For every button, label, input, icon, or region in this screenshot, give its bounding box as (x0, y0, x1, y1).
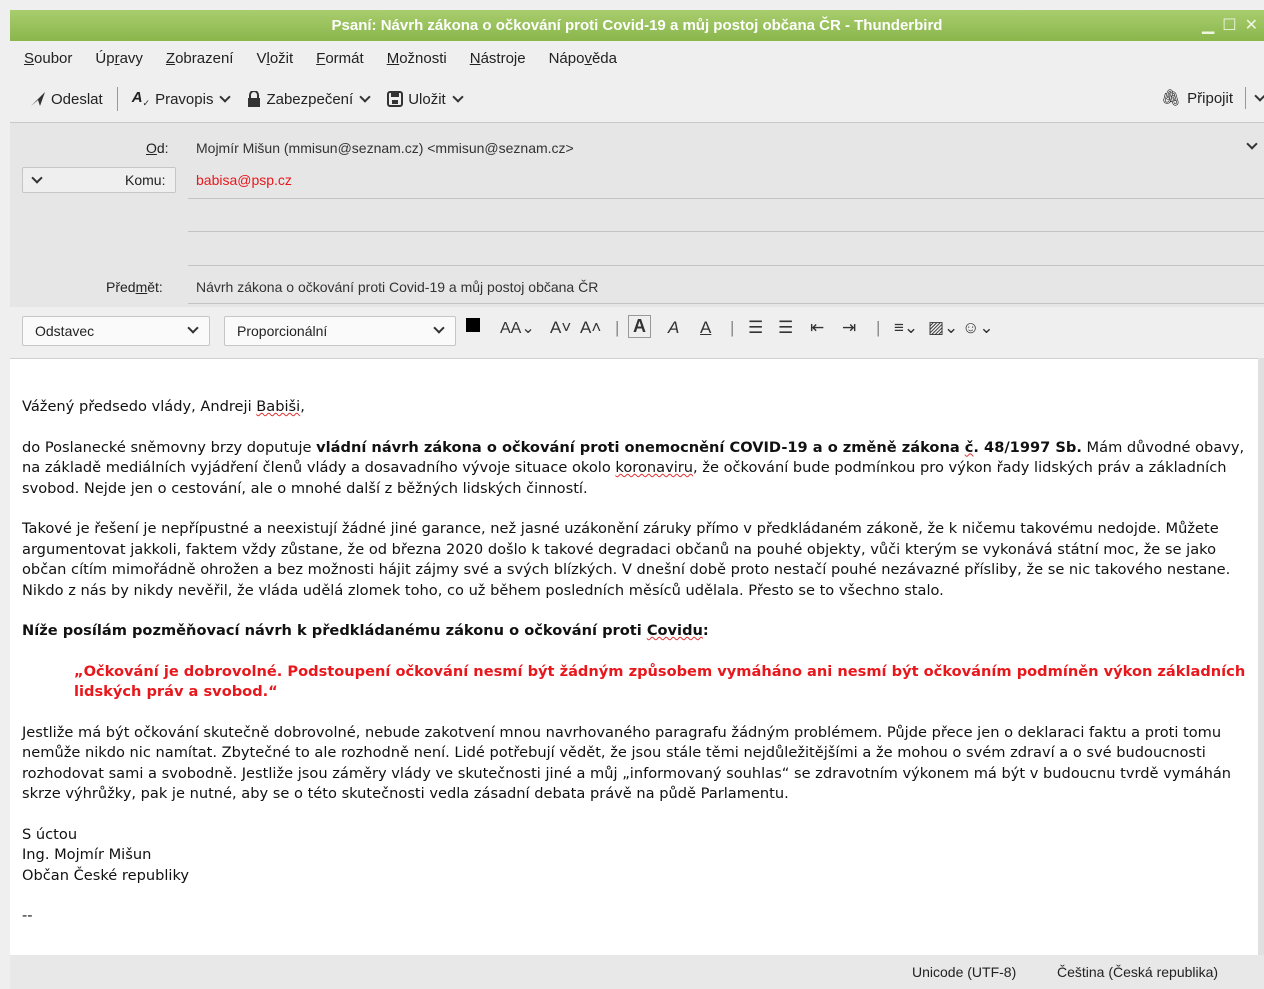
window-titlebar: Psaní: Návrh zákona o očkování proti Cov… (10, 10, 1264, 41)
message-body[interactable]: Vážený předsedo vlády, Andreji Babiši, d… (10, 358, 1258, 955)
font-size-icon[interactable]: AA⌄ (500, 318, 535, 338)
menu-zobrazeni[interactable]: Zobrazení (166, 50, 234, 67)
toolbar-separator: | (876, 318, 881, 337)
subject-field[interactable]: Návrh zákona o očkování proti Covid-19 a… (196, 279, 598, 295)
compose-header: Od: Mojmír Mišun (mmisun@seznam.cz) <mmi… (10, 122, 1264, 307)
spellcheck-dropdown[interactable] (219, 91, 232, 103)
chevron-down-icon (31, 172, 43, 184)
menu-nastroje[interactable]: Nástroje (470, 50, 526, 67)
from-label: Od: (146, 140, 169, 156)
maximize-icon[interactable]: ☐ (1222, 15, 1236, 35)
underline-icon[interactable]: A (700, 318, 711, 338)
greeting: Vážený předsedo vlády, Andreji Babiši, (22, 398, 305, 415)
encoding-status[interactable]: Unicode (UTF-8) (912, 964, 1016, 980)
chevron-down-icon (219, 91, 232, 103)
subject-label: Předmět: (106, 279, 163, 295)
paragraph-2: Takové je řešení je nepřípustné a neexis… (22, 520, 1231, 599)
chevron-down-icon (187, 322, 199, 334)
numbered-list-icon[interactable]: ☰ (778, 318, 793, 338)
menu-vlozit[interactable]: Vložit (256, 50, 293, 67)
menu-upravy[interactable]: Úpravy (95, 50, 143, 67)
attach-button[interactable]: 🖇 Připojit (1161, 87, 1264, 109)
security-dropdown[interactable] (359, 91, 371, 103)
compose-toolbar: Odeslat A✓ Pravopis Zabezpečení Uložit 🖇… (10, 79, 1264, 119)
window-title: Psaní: Návrh zákona o očkování proti Cov… (331, 17, 943, 34)
toolbar-separator: | (615, 318, 620, 337)
format-toolbar: Odstavec Proporcionální AA⌄ A˅ A˄ | A A … (10, 312, 1264, 350)
recipient-divider (188, 265, 1264, 266)
body-scrollbar[interactable] (1258, 358, 1264, 955)
statusbar: Unicode (UTF-8) Čeština (Česká republika… (10, 955, 1264, 989)
spellcheck-icon: A✓ (131, 89, 151, 108)
from-field[interactable]: Mojmír Mišun (mmisun@seznam.cz) <mmisun@… (196, 140, 574, 156)
chevron-down-icon[interactable] (1254, 90, 1264, 102)
spellcheck-button[interactable]: A✓ Pravopis (128, 85, 218, 113)
menu-moznosti[interactable]: Možnosti (387, 50, 447, 67)
menu-format[interactable]: Formát (316, 50, 364, 67)
italic-icon[interactable]: A (668, 318, 679, 338)
bullet-list-icon[interactable]: ☰ (748, 318, 763, 338)
toolbar-separator: | (730, 318, 735, 337)
paragraph-3: Jestliže má být očkování skutečně dobrov… (22, 723, 1232, 803)
insert-image-icon[interactable]: ▨⌄ (928, 318, 958, 338)
font-family-select[interactable]: Proporcionální (224, 316, 456, 346)
proposal-heading: Níže posílám pozměňovací návrh k předklá… (22, 622, 709, 639)
security-button[interactable]: Zabezpečení (243, 87, 357, 112)
subject-divider (188, 303, 1264, 304)
text-color-icon[interactable] (466, 317, 480, 337)
send-icon (31, 92, 45, 106)
menubar: Soubor Úpravy Zobrazení Vložit Formát Mo… (10, 41, 1264, 75)
save-dropdown[interactable] (452, 91, 464, 103)
paragraph-format-select[interactable]: Odstavec (22, 316, 210, 346)
menu-napoveda[interactable]: Nápověda (549, 50, 617, 67)
bold-icon[interactable]: A (628, 315, 651, 338)
emoji-icon[interactable]: ☺⌄ (962, 318, 994, 338)
paragraph-1: do Poslanecké sněmovny brzy doputuje vlá… (22, 438, 1245, 497)
chevron-down-icon (359, 91, 371, 103)
increase-font-icon[interactable]: A˄ (580, 318, 601, 338)
toolbar-separator (1245, 87, 1246, 109)
chevron-down-icon (433, 322, 445, 334)
close-icon[interactable]: ✕ (1245, 15, 1258, 35)
lock-icon (248, 91, 261, 107)
signature: S úctou Ing. Mojmír Mišun Občan České re… (22, 825, 190, 925)
decrease-font-icon[interactable]: A˅ (550, 318, 571, 338)
recipient-divider (188, 231, 1264, 232)
from-dropdown-icon[interactable] (1246, 138, 1258, 150)
toolbar-separator (116, 87, 118, 111)
to-recipient[interactable]: babisa@psp.cz (196, 172, 292, 188)
recipient-divider (188, 198, 1264, 199)
chevron-down-icon (452, 91, 464, 103)
to-label: Komu: (125, 172, 166, 188)
save-button[interactable]: Uložit (383, 87, 450, 112)
save-icon (387, 91, 404, 107)
send-button[interactable]: Odeslat (26, 87, 107, 112)
menu-soubor[interactable]: Soubor (24, 50, 72, 67)
align-icon[interactable]: ≡⌄ (894, 318, 918, 338)
minimize-icon[interactable]: ▁ (1202, 15, 1214, 35)
window-controls: ▁ ☐ ✕ (1202, 15, 1258, 35)
proposal-quote: „Očkování je dobrovolné. Podstoupení očk… (74, 662, 1246, 701)
paperclip-icon: 🖇 (1160, 90, 1182, 107)
indent-icon[interactable]: ⇥ (842, 318, 856, 338)
outdent-icon[interactable]: ⇤ (810, 318, 824, 338)
language-status[interactable]: Čeština (Česká republika) (1057, 964, 1218, 980)
